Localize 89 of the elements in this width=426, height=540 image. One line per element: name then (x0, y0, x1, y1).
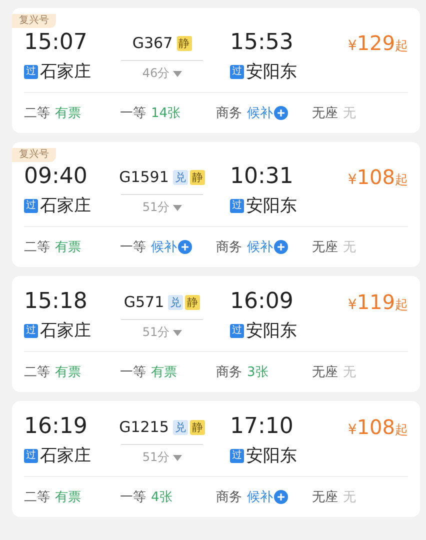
train-badge: 静 (185, 294, 200, 310)
seat-class: 商务 (216, 105, 242, 122)
seat-availability: 4张 (151, 489, 172, 506)
train-number: G367 (132, 34, 173, 52)
train-number: G571 (124, 293, 164, 311)
train-badge: 静 (176, 36, 192, 50)
waitlist-button[interactable]: 候补 (247, 104, 288, 122)
seat-availability: 无 (343, 105, 356, 122)
train-badge: 静 (190, 170, 205, 184)
train-card[interactable]: 15:18 过 石家庄 G571 兑 静 51分 16:09 过 安阳东 ¥119起 二等 有票 一等 有票 商务 3张 无座 无 (12, 276, 420, 392)
seat-class: 商务 (216, 364, 242, 381)
seat-availability: 无 (343, 489, 356, 506)
train-card[interactable]: 复兴号 15:07 过 石家庄 G367 静 46分 15:53 过 安阳东 ¥129起 二等 有票 一等 14张 商务 候补 无座 无 (12, 8, 420, 133)
arrival-station: 安阳东 (246, 195, 297, 217)
waitlist-button[interactable]: 候补 (151, 238, 192, 256)
train-number: G1215 (119, 418, 169, 436)
train-badge: 兑 (172, 420, 188, 434)
departure-station: 石家庄 (40, 195, 91, 217)
seat-availability: 有票 (55, 105, 81, 122)
seat-class: 一等 (120, 105, 146, 122)
train-type-tag: 复兴号 (12, 148, 56, 162)
caret-icon (172, 330, 182, 336)
plus-icon (274, 106, 288, 120)
train-badge: 兑 (172, 170, 188, 184)
seat-class: 无座 (312, 489, 338, 506)
departure-station: 石家庄 (40, 445, 91, 467)
pass-through-mark: 过 (24, 64, 38, 78)
pass-through-mark: 过 (24, 198, 38, 212)
arrival-time: 15:53 (230, 29, 294, 57)
duration-toggle[interactable]: 51分 (142, 199, 182, 216)
seat-class: 一等 (120, 364, 146, 381)
pass-through-mark: 过 (230, 448, 244, 462)
caret-icon (172, 70, 182, 76)
train-type-tag: 复兴号 (12, 14, 56, 28)
train-badge: 兑 (168, 294, 184, 310)
price: ¥108起 (348, 414, 408, 441)
seat-class: 商务 (216, 489, 242, 506)
departure-station: 石家庄 (40, 320, 91, 342)
arrival-station: 安阳东 (246, 445, 297, 467)
seat-class: 无座 (312, 239, 338, 256)
seat-class: 商务 (216, 239, 242, 256)
train-card[interactable]: 复兴号 09:40 过 石家庄 G1591 兑 静 51分 10:31 过 安阳东 ¥108起 二等 有票 一等 候补 商务 候补 无座 无 (12, 142, 420, 267)
seat-class: 二等 (24, 105, 50, 122)
arrival-time: 17:10 (230, 413, 294, 441)
seat-class: 二等 (24, 364, 50, 381)
pass-through-mark: 过 (24, 324, 38, 338)
price: ¥108起 (348, 164, 408, 191)
price: ¥119起 (348, 289, 408, 316)
seat-availability: 3张 (247, 364, 268, 381)
departure-time: 15:07 (24, 29, 88, 57)
seat-availability: 14张 (151, 105, 181, 122)
waitlist-button[interactable]: 候补 (247, 238, 288, 256)
seat-availability: 有票 (55, 364, 81, 381)
seat-availability: 有票 (55, 489, 81, 506)
seat-class: 二等 (24, 489, 50, 506)
duration-toggle[interactable]: 46分 (142, 65, 182, 82)
seat-availability: 有票 (151, 364, 177, 381)
arrival-time: 10:31 (230, 163, 294, 191)
pass-through-mark: 过 (230, 64, 244, 78)
seat-class: 二等 (24, 239, 50, 256)
seat-class: 无座 (312, 364, 338, 381)
pass-through-mark: 过 (230, 198, 244, 212)
plus-icon (178, 240, 192, 254)
arrival-time: 16:09 (230, 288, 294, 316)
waitlist-button[interactable]: 候补 (247, 488, 288, 506)
plus-icon (274, 490, 288, 504)
caret-icon (172, 454, 182, 460)
train-number: G1591 (119, 168, 169, 186)
price: ¥129起 (348, 30, 408, 57)
arrival-station: 安阳东 (246, 320, 297, 342)
departure-time: 09:40 (24, 163, 88, 191)
seat-class: 一等 (120, 239, 146, 256)
train-badge: 静 (190, 420, 205, 434)
departure-time: 15:18 (24, 288, 88, 316)
seat-availability: 有票 (55, 239, 81, 256)
duration-toggle[interactable]: 51分 (142, 324, 182, 341)
plus-icon (274, 240, 288, 254)
duration-toggle[interactable]: 51分 (142, 449, 182, 466)
pass-through-mark: 过 (230, 324, 244, 338)
departure-time: 16:19 (24, 413, 88, 441)
seat-class: 一等 (120, 489, 146, 506)
pass-through-mark: 过 (24, 448, 38, 462)
seat-class: 无座 (312, 105, 338, 122)
train-card[interactable]: 16:19 过 石家庄 G1215 兑 静 51分 17:10 过 安阳东 ¥108起 二等 有票 一等 4张 商务 候补 无座 无 (12, 401, 420, 517)
caret-icon (172, 204, 182, 210)
arrival-station: 安阳东 (246, 61, 297, 83)
departure-station: 石家庄 (40, 61, 91, 83)
seat-availability: 无 (343, 239, 356, 256)
seat-availability: 无 (343, 364, 356, 381)
